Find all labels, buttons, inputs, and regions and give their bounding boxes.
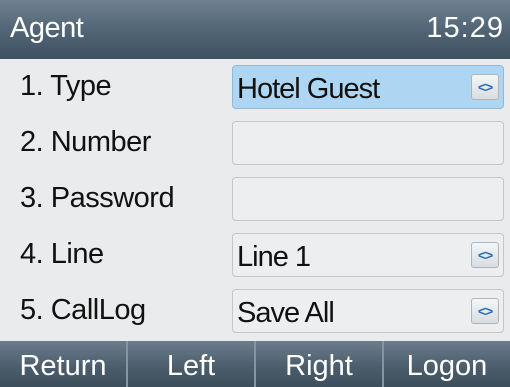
password-label: 3. Password bbox=[20, 182, 175, 214]
type-value: Hotel Guest bbox=[237, 73, 380, 105]
password-input[interactable] bbox=[232, 177, 504, 221]
phone-screen: Agent 15:29 1. Type Hotel Guest <> 2. Nu… bbox=[0, 0, 510, 387]
line-select[interactable]: Line 1 <> bbox=[232, 233, 504, 277]
logon-softkey[interactable]: Logon bbox=[384, 341, 510, 387]
right-softkey[interactable]: Right bbox=[256, 341, 384, 387]
left-softkey[interactable]: Left bbox=[128, 341, 256, 387]
title-bar: Agent 15:29 bbox=[0, 0, 510, 59]
row-calllog: 5. CallLog Save All <> bbox=[0, 283, 510, 339]
row-line: 4. Line Line 1 <> bbox=[0, 227, 510, 283]
agent-form: 1. Type Hotel Guest <> 2. Number 3. Pass… bbox=[0, 59, 510, 341]
clock: 15:29 bbox=[426, 12, 504, 44]
row-type: 1. Type Hotel Guest <> bbox=[0, 59, 510, 115]
calllog-label: 5. CallLog bbox=[20, 294, 146, 326]
row-password: 3. Password bbox=[0, 171, 510, 227]
left-right-arrows-icon[interactable]: <> bbox=[471, 74, 499, 100]
line-label: 4. Line bbox=[20, 238, 104, 270]
left-right-arrows-icon[interactable]: <> bbox=[471, 298, 499, 324]
type-label: 1. Type bbox=[20, 70, 112, 102]
softkey-bar: Return Left Right Logon bbox=[0, 341, 510, 387]
screen-title: Agent bbox=[10, 12, 84, 44]
return-softkey[interactable]: Return bbox=[0, 341, 128, 387]
line-value: Line 1 bbox=[237, 241, 311, 273]
calllog-select[interactable]: Save All <> bbox=[232, 289, 504, 333]
type-select[interactable]: Hotel Guest <> bbox=[232, 65, 504, 109]
row-number: 2. Number bbox=[0, 115, 510, 171]
left-right-arrows-icon[interactable]: <> bbox=[471, 242, 499, 268]
calllog-value: Save All bbox=[237, 297, 335, 329]
number-label: 2. Number bbox=[20, 126, 151, 158]
number-input[interactable] bbox=[232, 121, 504, 165]
